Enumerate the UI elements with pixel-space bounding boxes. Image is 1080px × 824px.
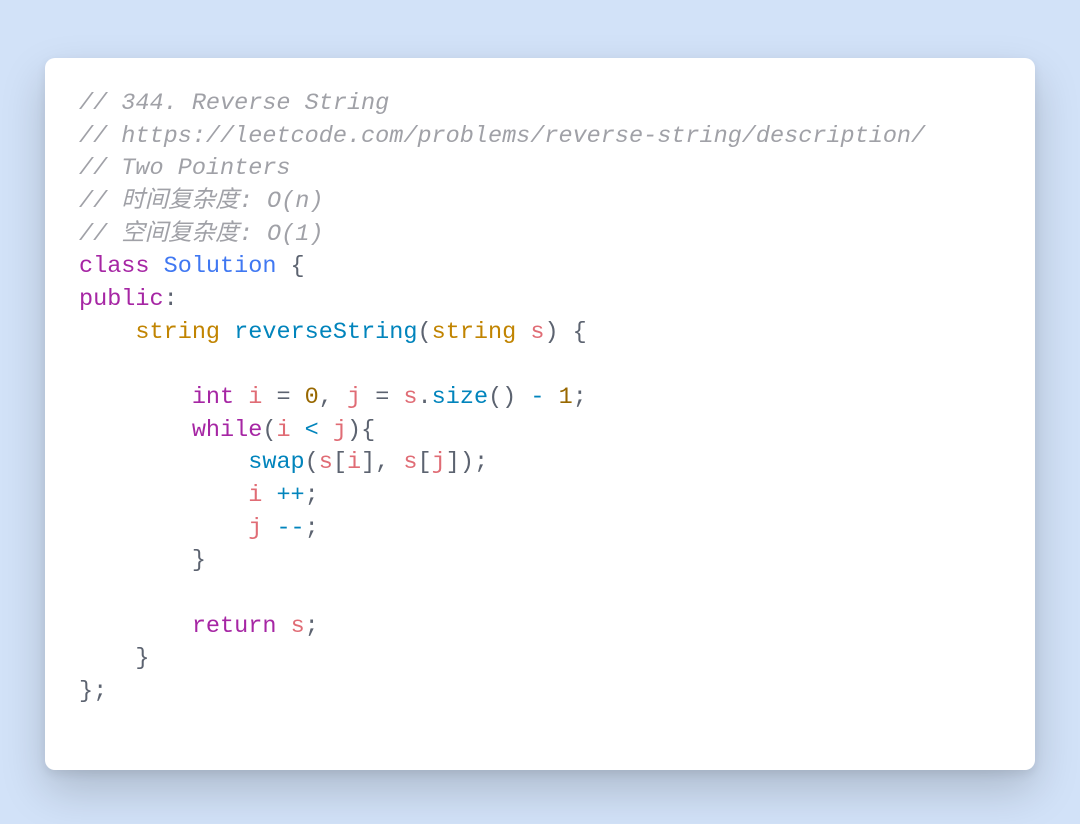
var-i: i xyxy=(347,449,361,476)
var-s: s xyxy=(403,384,417,411)
code-block: // 344. Reverse String // https://leetco… xyxy=(79,88,1001,708)
var-i: i xyxy=(248,384,262,411)
var-s: s xyxy=(403,449,417,476)
eq: = xyxy=(361,384,403,411)
var-j: j xyxy=(432,449,446,476)
class-close: }; xyxy=(79,678,107,705)
var-j: j xyxy=(248,515,262,542)
brace: { xyxy=(361,417,375,444)
brace-close: } xyxy=(192,547,206,574)
var-s: s xyxy=(319,449,333,476)
indent xyxy=(79,613,192,640)
param-name: s xyxy=(516,319,544,346)
var-i: i xyxy=(276,417,290,444)
comment-line: // Two Pointers xyxy=(79,155,291,182)
call-swap: swap xyxy=(248,449,304,476)
var-s: s xyxy=(291,613,305,640)
colon: : xyxy=(164,286,178,313)
comment-line: // 空间复杂度: O(1) xyxy=(79,221,323,248)
indent xyxy=(79,417,192,444)
keyword-int: int xyxy=(192,384,234,411)
keyword-while: while xyxy=(192,417,263,444)
code-card: // 344. Reverse String // https://leetco… xyxy=(45,58,1035,770)
keyword-return: return xyxy=(192,613,277,640)
literal-zero: 0 xyxy=(305,384,319,411)
indent xyxy=(79,645,135,672)
call-size: size xyxy=(432,384,488,411)
var-i: i xyxy=(248,482,262,509)
eq: = xyxy=(262,384,304,411)
paren: ( xyxy=(262,417,276,444)
comment-line: // 时间复杂度: O(n) xyxy=(79,188,323,215)
keyword-class: class xyxy=(79,253,150,280)
dec: -- xyxy=(262,515,304,542)
indent xyxy=(79,547,192,574)
space xyxy=(276,613,290,640)
paren: ) xyxy=(544,319,558,346)
lt: < xyxy=(291,417,333,444)
literal-one: 1 xyxy=(559,384,573,411)
minus: - xyxy=(516,384,558,411)
paren: ( xyxy=(418,319,432,346)
class-name: Solution xyxy=(164,253,277,280)
bracket: ] xyxy=(446,449,460,476)
inc: ++ xyxy=(262,482,304,509)
comma: , xyxy=(319,384,347,411)
brace-close: } xyxy=(135,645,149,672)
return-type: string xyxy=(135,319,220,346)
comma: , xyxy=(375,449,403,476)
indent xyxy=(79,482,248,509)
parens: () xyxy=(488,384,516,411)
keyword-public: public xyxy=(79,286,164,313)
bracket: [ xyxy=(333,449,347,476)
dot: . xyxy=(418,384,432,411)
indent xyxy=(79,384,192,411)
param-type: string xyxy=(432,319,517,346)
function-name: reverseString xyxy=(234,319,417,346)
comment-line: // https://leetcode.com/problems/reverse… xyxy=(79,123,925,150)
var-j: j xyxy=(347,384,361,411)
semicolon: ; xyxy=(305,482,319,509)
indent xyxy=(79,515,248,542)
bracket: ] xyxy=(361,449,375,476)
paren-semi: ); xyxy=(460,449,488,476)
semicolon: ; xyxy=(573,384,587,411)
semicolon: ; xyxy=(305,515,319,542)
paren: ( xyxy=(305,449,319,476)
indent xyxy=(79,449,248,476)
var-j: j xyxy=(333,417,347,444)
bracket: [ xyxy=(418,449,432,476)
brace: { xyxy=(559,319,587,346)
brace: { xyxy=(276,253,304,280)
comment-line: // 344. Reverse String xyxy=(79,90,389,117)
indent xyxy=(79,319,135,346)
semicolon: ; xyxy=(305,613,319,640)
paren: ) xyxy=(347,417,361,444)
